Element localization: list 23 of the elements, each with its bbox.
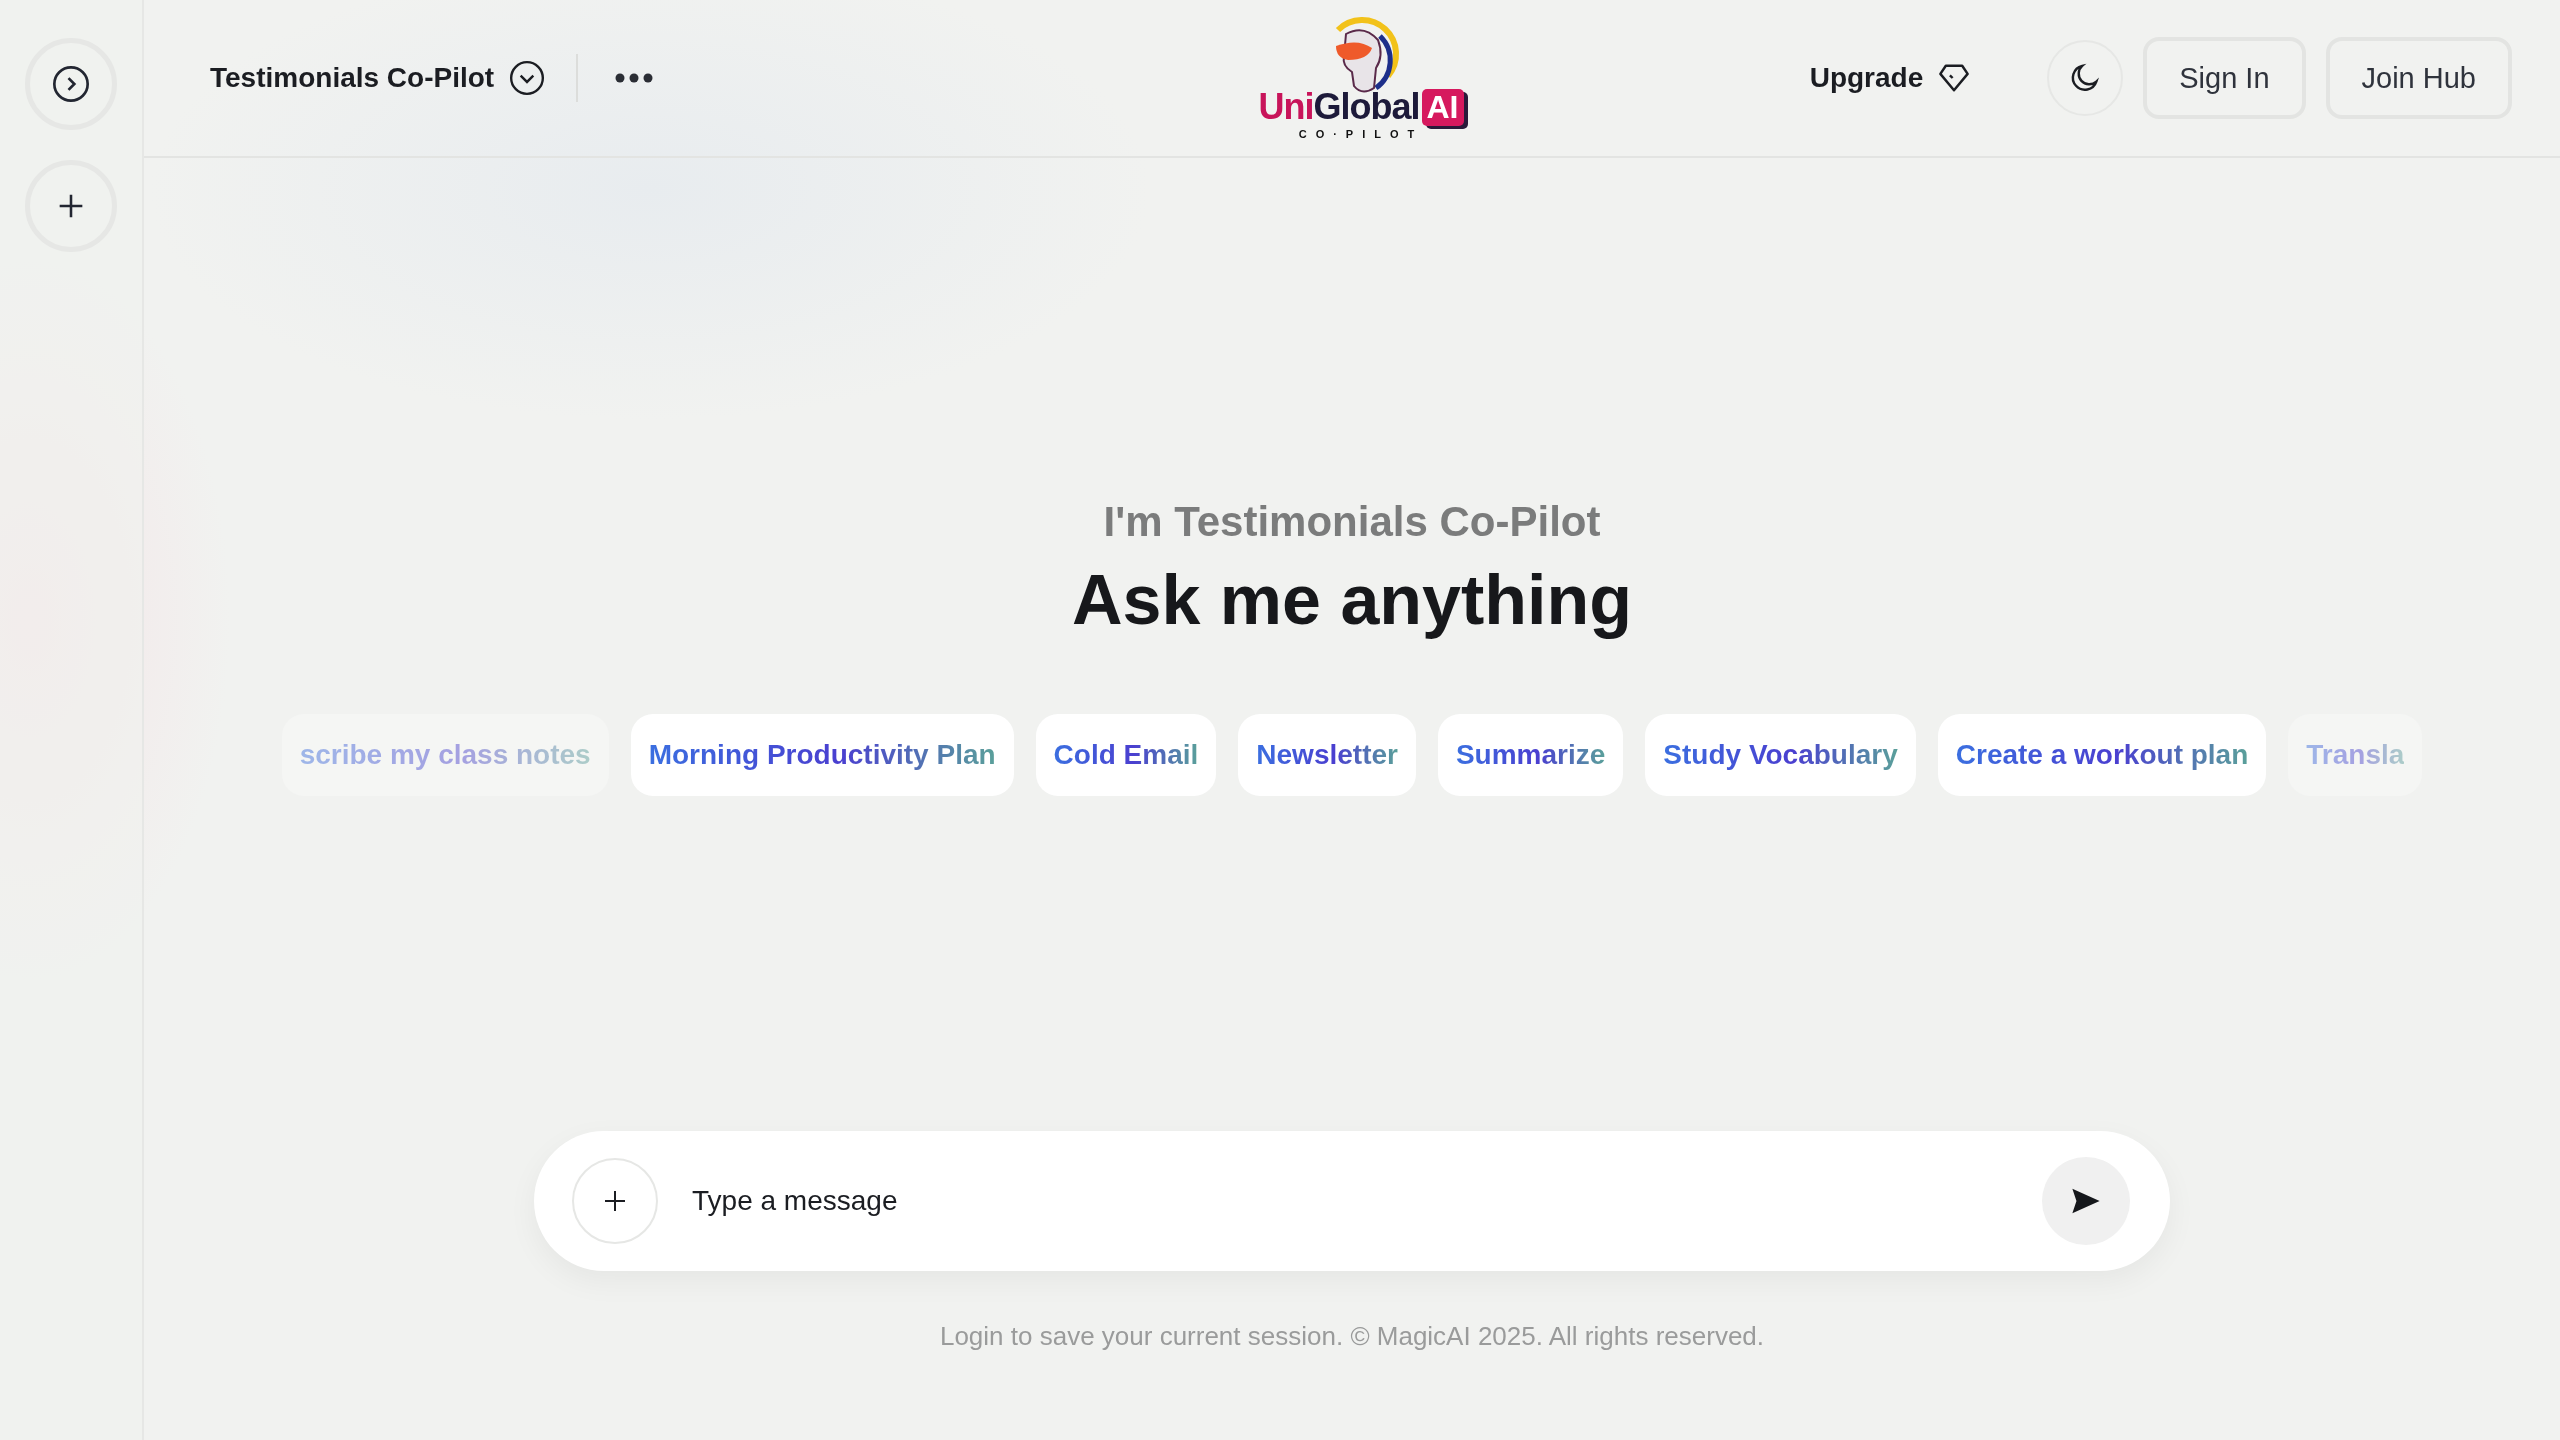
suggestion-chip[interactable]: Create a workout plan <box>1937 714 2267 796</box>
upgrade-button[interactable]: Upgrade <box>1803 61 1978 95</box>
expand-sidebar-button[interactable] <box>25 38 117 130</box>
footer-note: Login to save your current session. © MagicAI 2025. All rights reserved. <box>939 1321 1765 1352</box>
suggestion-chip[interactable]: Morning Productivity Plan <box>630 714 1014 796</box>
suggestion-chip[interactable]: Cold Email <box>1035 714 1217 796</box>
join-hub-button[interactable]: Join Hub <box>2325 37 2512 119</box>
dark-mode-button[interactable] <box>2047 40 2124 116</box>
assistant-intro: I'm Testimonials Co-Pilot <box>1103 498 1601 546</box>
logo-wordmark: UniGlobal <box>1258 86 1420 128</box>
diamond-icon <box>1937 63 1972 93</box>
message-input[interactable]: Type a message <box>690 1184 2010 1218</box>
suggestion-chip[interactable]: Summarize <box>1437 714 1624 796</box>
suggestion-chip[interactable]: Newsletter <box>1238 714 1416 796</box>
chevron-down-circle-icon <box>508 59 547 97</box>
brand-logo[interactable]: UniGlobal AI CO·PILOT <box>1258 16 1464 140</box>
more-dots-icon <box>614 72 655 84</box>
logo-tagline: CO·PILOT <box>1298 128 1424 140</box>
hero-heading: Ask me anything <box>1071 560 1633 640</box>
chevron-circle-icon <box>51 64 91 104</box>
assistant-selector[interactable]: Testimonials Co-Pilot <box>210 59 547 97</box>
suggestion-chip[interactable]: Study Vocabulary <box>1645 714 1916 796</box>
sign-in-button[interactable]: Sign In <box>2143 37 2306 119</box>
